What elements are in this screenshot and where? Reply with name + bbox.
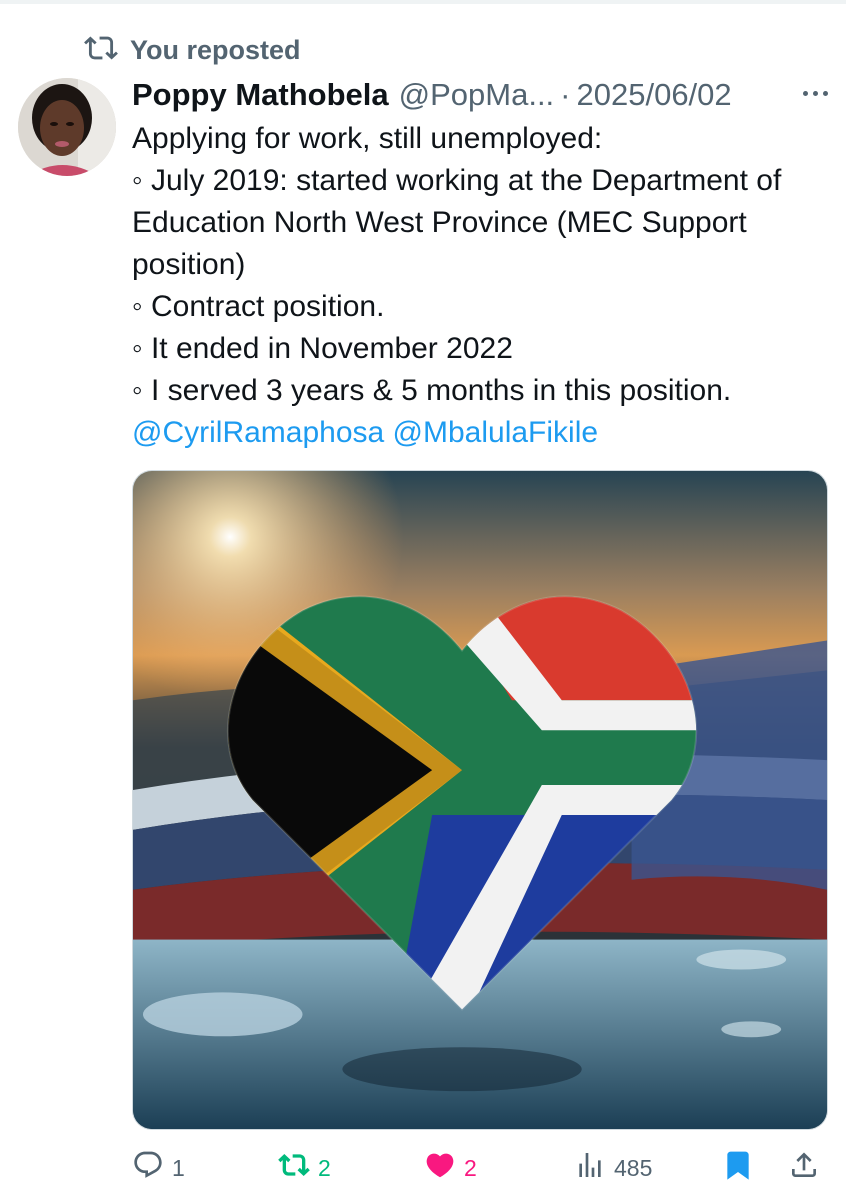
- mentions: @CyrilRamaphosa @MbalulaFikile: [132, 412, 832, 454]
- action-bar: 1 2 2 485: [132, 1148, 832, 1188]
- header-separator: ·: [560, 77, 571, 112]
- tweet-line: ◦ It ended in November 2022: [132, 332, 513, 365]
- repost-banner-label: You reposted: [130, 34, 301, 65]
- mention-link[interactable]: @MbalulaFikile: [393, 416, 599, 449]
- reply-count: 1: [172, 1154, 185, 1181]
- views-count: 485: [614, 1154, 653, 1181]
- mention-link[interactable]: @CyrilRamaphosa: [132, 416, 384, 449]
- views-button[interactable]: 485: [574, 1148, 652, 1188]
- avatar[interactable]: [18, 78, 116, 176]
- share-button[interactable]: [788, 1148, 820, 1188]
- heart-flag-image: [133, 471, 827, 1129]
- repost-icon: [278, 1149, 310, 1187]
- tweet-line: ◦ I served 3 years & 5 months in this po…: [132, 374, 732, 407]
- tweet-image[interactable]: [132, 470, 828, 1130]
- like-button[interactable]: 2: [424, 1148, 477, 1188]
- tweet-line: ◦ Contract position.: [132, 290, 385, 323]
- author-handle[interactable]: @PopMa...: [399, 77, 555, 113]
- top-divider: [0, 0, 846, 4]
- tweet-line: Applying for work, still unemployed:: [132, 122, 603, 155]
- bookmark-icon: [722, 1149, 754, 1187]
- more-options-icon[interactable]: [803, 78, 828, 108]
- repost-icon: [84, 31, 118, 70]
- tweet-line: ◦ July 2019: started working at the Depa…: [132, 164, 782, 281]
- tweet-text: Applying for work, still unemployed: ◦ J…: [132, 118, 832, 454]
- reply-icon: [132, 1149, 164, 1187]
- heart-icon: [424, 1149, 456, 1187]
- tweet-header: Poppy Mathobela @PopMa... · 2025/06/02: [132, 72, 832, 118]
- reply-button[interactable]: 1: [132, 1148, 185, 1188]
- repost-count: 2: [318, 1154, 331, 1181]
- share-icon: [788, 1149, 820, 1187]
- author-name[interactable]: Poppy Mathobela: [132, 77, 389, 113]
- repost-banner: You reposted: [84, 32, 301, 68]
- tweet-date[interactable]: 2025/06/02: [577, 77, 732, 113]
- repost-button[interactable]: 2: [278, 1148, 331, 1188]
- views-icon: [574, 1149, 606, 1187]
- bookmark-button[interactable]: [722, 1148, 754, 1188]
- like-count: 2: [464, 1154, 477, 1181]
